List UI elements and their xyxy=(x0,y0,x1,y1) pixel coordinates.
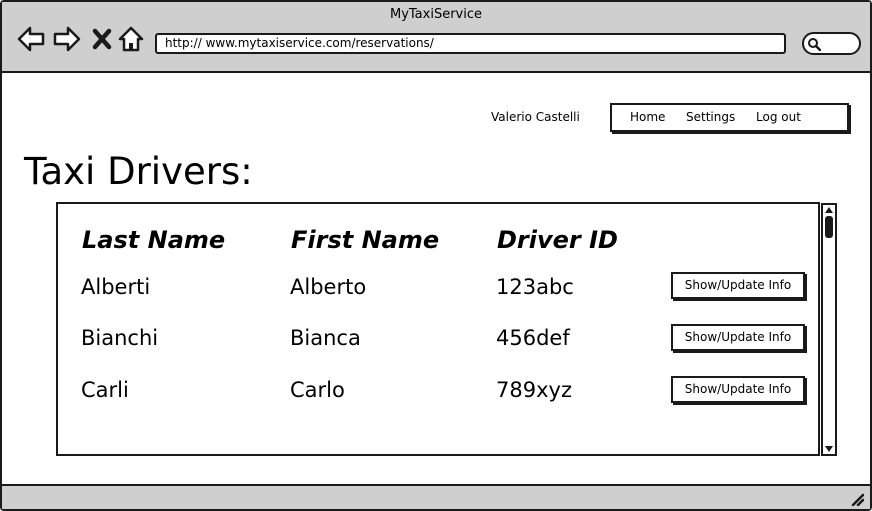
show-update-info-button[interactable]: Show/Update Info xyxy=(671,272,805,299)
scroll-down-arrow-icon[interactable] xyxy=(824,445,834,453)
cell-driver-id: 123abc xyxy=(496,275,574,299)
user-name: Valerio Castelli xyxy=(491,110,580,124)
page-title: Taxi Drivers: xyxy=(24,150,253,193)
browser-window: MyTaxiService http:// www.mytaxiservice.… xyxy=(0,0,872,511)
forward-icon[interactable] xyxy=(52,25,82,53)
cell-first-name: Bianca xyxy=(290,326,361,350)
cell-first-name: Carlo xyxy=(290,378,345,402)
back-icon[interactable] xyxy=(16,25,46,53)
cell-last-name: Carli xyxy=(81,378,129,402)
resize-grip-icon[interactable] xyxy=(850,492,864,506)
cell-driver-id: 456def xyxy=(496,326,570,350)
cell-last-name: Alberti xyxy=(81,275,151,299)
status-bar xyxy=(2,484,870,509)
browser-search-box[interactable] xyxy=(802,32,861,55)
show-update-info-button[interactable]: Show/Update Info xyxy=(671,376,805,403)
menu-item-home[interactable]: Home xyxy=(630,110,665,124)
scroll-up-arrow-icon[interactable] xyxy=(824,206,834,214)
cell-first-name: Alberto xyxy=(290,275,367,299)
cell-driver-id: 789xyz xyxy=(496,378,572,402)
column-header-last-name: Last Name xyxy=(82,226,226,254)
menu-item-log-out[interactable]: Log out xyxy=(756,110,801,124)
search-icon xyxy=(808,38,821,51)
address-bar[interactable]: http:// www.mytaxiservice.com/reservatio… xyxy=(155,33,786,54)
column-header-first-name: First Name xyxy=(291,226,440,254)
vertical-scrollbar[interactable] xyxy=(821,203,837,456)
cell-last-name: Bianchi xyxy=(81,326,159,350)
show-update-info-button[interactable]: Show/Update Info xyxy=(671,324,805,351)
column-header-driver-id: Driver ID xyxy=(497,226,618,254)
home-icon[interactable] xyxy=(118,25,144,53)
top-navigation-menu: Home Settings Log out xyxy=(610,103,849,132)
drivers-table: Last Name First Name Driver ID Alberti A… xyxy=(56,202,820,456)
window-title: MyTaxiService xyxy=(389,7,482,22)
close-icon[interactable] xyxy=(90,25,114,53)
scroll-thumb[interactable] xyxy=(825,216,833,238)
menu-item-settings[interactable]: Settings xyxy=(686,110,735,124)
browser-chrome: MyTaxiService http:// www.mytaxiservice.… xyxy=(2,2,870,73)
